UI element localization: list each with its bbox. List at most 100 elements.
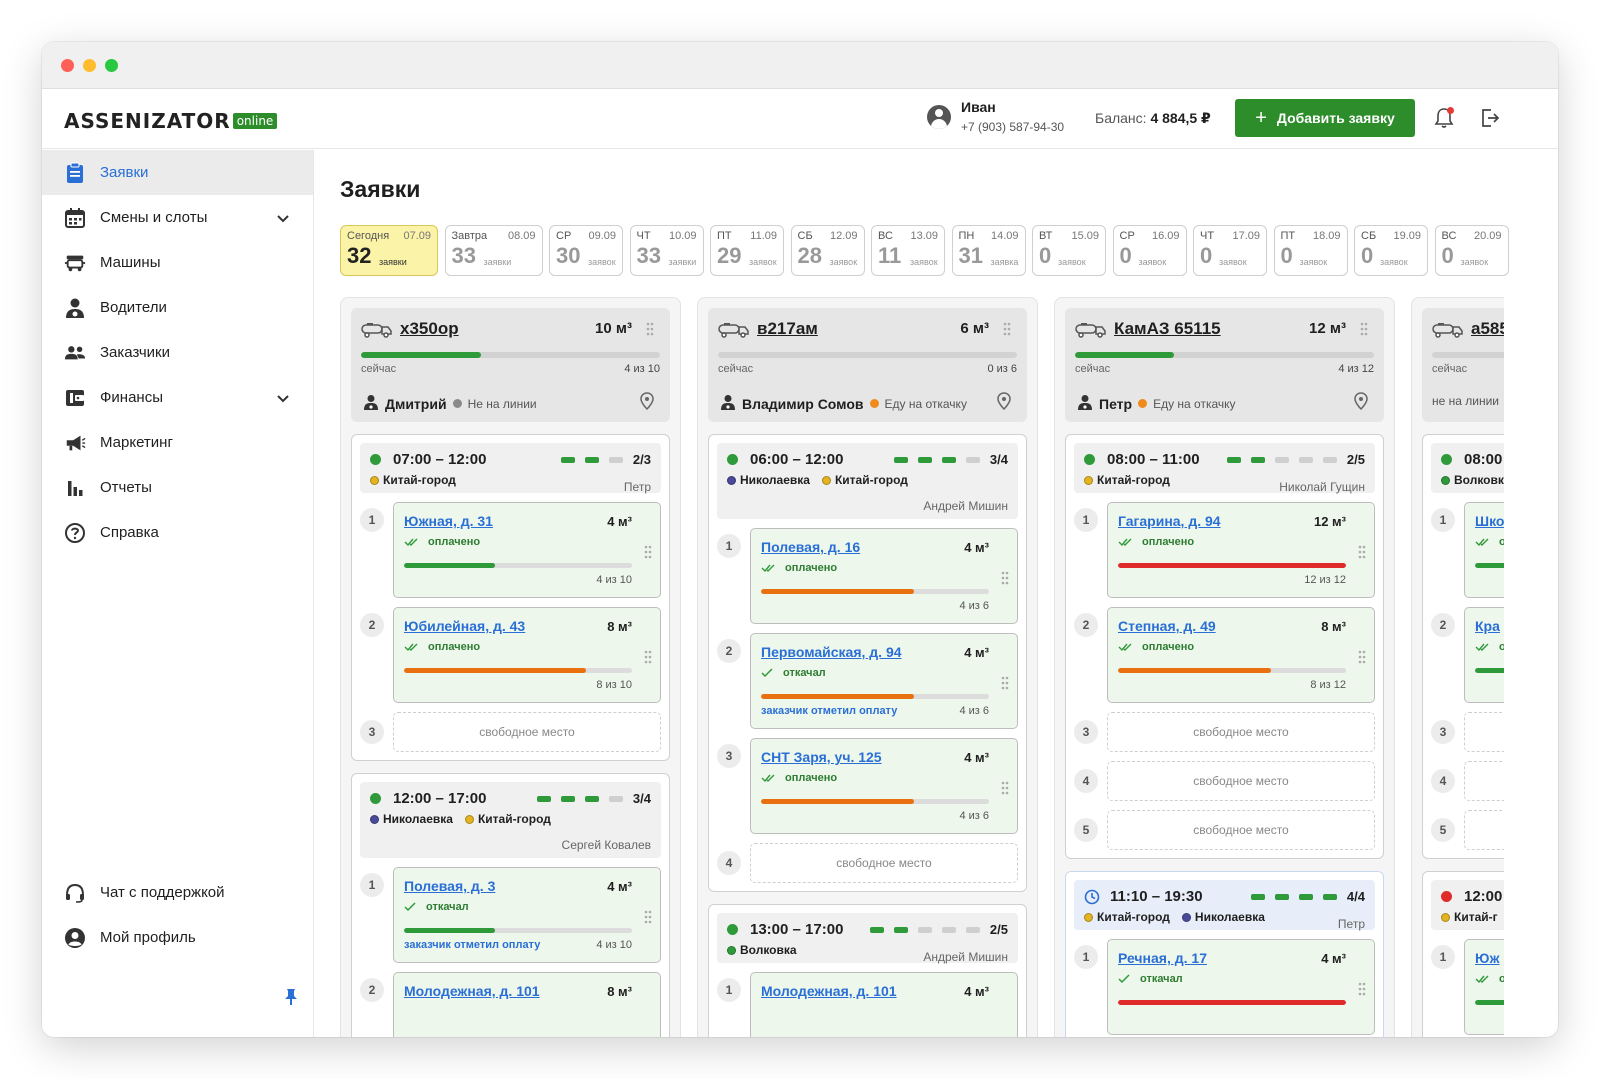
user-info[interactable]: Иван +7 (903) 587-94-30: [927, 99, 1064, 134]
drag-handle-icon[interactable]: [646, 322, 654, 336]
order-card[interactable]: Молодежная, д. 101 8 м³: [393, 972, 661, 1037]
order-card[interactable]: СНТ Заря, уч. 125 4 м³ оплачено 4 из 6: [750, 738, 1018, 834]
window-minimize-button[interactable]: [83, 59, 96, 72]
order-card[interactable]: Полевая, д. 16 4 м³ оплачено 4 из 6: [750, 528, 1018, 624]
free-slot[interactable]: свободное место: [1464, 761, 1504, 801]
pin-sidebar-icon[interactable]: [284, 988, 298, 1011]
free-slot[interactable]: свободное место: [393, 712, 661, 752]
order-card[interactable]: Полевая, д. 34 м³ откачал 4 из 10 заказчик …: [393, 867, 661, 963]
sidebar-item[interactable]: Заказчики: [42, 330, 313, 375]
truck-header[interactable]: в217ам 6 м³ сейчас 0 из 6 Владимир Сомов Еду …: [708, 308, 1027, 422]
order-address-link[interactable]: Шко: [1475, 513, 1504, 529]
drag-handle-icon[interactable]: [644, 545, 652, 559]
location-pin-icon[interactable]: [1354, 392, 1368, 415]
sidebar-item[interactable]: Машины: [42, 240, 313, 285]
sidebar-item[interactable]: Смены и слоты: [42, 195, 313, 240]
order-card[interactable]: Степная, д. 49 8 м³ оплачено 8 из 12: [1107, 607, 1375, 703]
slot-header[interactable]: 13:00 – 17:00 2/5 Волковка Андрей Мишин: [717, 913, 1018, 964]
drag-handle-icon[interactable]: [644, 650, 652, 664]
drag-handle-icon[interactable]: [1358, 982, 1366, 996]
day-tab[interactable]: ВС 20.09 0 заявок: [1434, 225, 1509, 276]
free-slot[interactable]: свободное место: [1107, 761, 1375, 801]
order-number: 2: [360, 613, 384, 637]
free-slot[interactable]: свободное место: [1107, 712, 1375, 752]
order-card[interactable]: Юбилейная, д. 43 8 м³ оплачено 8 из 10: [393, 607, 661, 703]
order-status: оплачено: [761, 562, 1007, 574]
sidebar-item[interactable]: Водители: [42, 285, 313, 330]
day-tab[interactable]: ПТ 11.09 29 заявок: [710, 225, 784, 276]
order-card[interactable]: Южная, д. 31 4 м³ оплачено 4 из 10: [393, 502, 661, 598]
day-tab[interactable]: СР 09.09 30 заявок: [549, 225, 623, 276]
notifications-bell-icon[interactable]: [1434, 107, 1454, 129]
day-tab[interactable]: Завтра 08.09 33 заявки: [444, 225, 543, 276]
order-card[interactable]: Молодежная, д. 101 4 м³: [750, 972, 1018, 1037]
truck-plate[interactable]: КамАЗ 65115: [1114, 319, 1221, 339]
logout-icon[interactable]: [1478, 106, 1502, 130]
day-tab[interactable]: ПН 14.09 31 заявка: [951, 225, 1026, 276]
sidebar-item[interactable]: Отчеты: [42, 465, 313, 510]
sidebar-item[interactable]: Маркетинг: [42, 420, 313, 465]
chevron-down-icon[interactable]: [277, 390, 289, 407]
day-tab[interactable]: ЧТ 10.09 33 заявки: [629, 225, 704, 276]
day-tab[interactable]: ВТ 15.09 0 заявок: [1032, 225, 1106, 276]
order-card[interactable]: Кра о: [1464, 607, 1504, 703]
slot-header[interactable]: 08:00 – 11:00 2/5 Китай-город Николай Гущин: [1074, 443, 1375, 494]
day-tab[interactable]: ПТ 18.09 0 заявок: [1273, 225, 1348, 276]
truck-plate[interactable]: а585: [1471, 319, 1504, 339]
day-tab[interactable]: ВС 13.09 11 заявок: [871, 225, 945, 276]
slot-header[interactable]: 06:00 – 12:00 3/4 Николаевка Китай-город Анд…: [717, 443, 1018, 519]
day-tab[interactable]: СР 16.09 0 заявок: [1112, 225, 1187, 276]
free-slot[interactable]: свободное место: [750, 843, 1018, 883]
sidebar-item[interactable]: Чат с поддержкой: [42, 870, 313, 915]
slot-header[interactable]: 08:00 Волковк: [1431, 443, 1504, 493]
drag-handle-icon[interactable]: [1001, 676, 1009, 690]
sidebar-item[interactable]: Справка: [42, 510, 313, 555]
sidebar-item[interactable]: Заявки: [42, 150, 313, 195]
chevron-down-icon[interactable]: [277, 210, 289, 227]
slot-header[interactable]: 07:00 – 12:00 2/3 Китай-город Петр: [360, 443, 661, 494]
window-zoom-button[interactable]: [105, 59, 118, 72]
drag-handle-icon[interactable]: [644, 910, 652, 924]
free-slot[interactable]: свободное место: [1464, 810, 1504, 850]
free-slot[interactable]: свободное место: [1464, 712, 1504, 752]
day-tab[interactable]: СБ 12.09 28 заявок: [790, 225, 865, 276]
truck-header[interactable]: х350ор 10 м³ сейчас 4 из 10 Дмитрий Не на лин…: [351, 308, 670, 422]
order-card[interactable]: Гагарина, д. 94 12 м³ оплачено 12 из 12: [1107, 502, 1375, 598]
drag-handle-icon[interactable]: [1358, 650, 1366, 664]
order-card[interactable]: Юж о: [1464, 939, 1504, 1035]
order-card[interactable]: Первомайская, д. 94 4 м³ откачал 4 из 6 зака…: [750, 633, 1018, 729]
free-slot[interactable]: свободное место: [1107, 810, 1375, 850]
location-pin-icon[interactable]: [640, 392, 654, 415]
slot-header[interactable]: 12:00 Китай-г: [1431, 880, 1504, 930]
order-address-link[interactable]: Юж: [1475, 950, 1504, 966]
order-volume: 8 м³: [1321, 619, 1346, 634]
day-tab[interactable]: ЧТ 17.09 0 заявок: [1193, 225, 1267, 276]
drag-handle-icon[interactable]: [1360, 322, 1368, 336]
order-volume: 8 м³: [607, 619, 632, 634]
truck-plate[interactable]: в217ам: [757, 319, 818, 339]
order-status: оплачено: [1118, 536, 1364, 548]
window-close-button[interactable]: [61, 59, 74, 72]
slot-status-dot: [727, 924, 738, 935]
drag-handle-icon[interactable]: [1001, 781, 1009, 795]
drag-handle-icon[interactable]: [1358, 545, 1366, 559]
order-address-link[interactable]: Кра: [1475, 618, 1504, 634]
slot-header[interactable]: 12:00 – 17:00 3/4 Николаевка Китай-город Сер…: [360, 782, 661, 858]
district-dot: [370, 814, 379, 824]
slot-header[interactable]: 11:10 – 19:30 4/4 Китай-город Николаевка Пет…: [1074, 880, 1375, 931]
truck-header[interactable]: КамАЗ 65115 12 м³ сейчас 4 из 12 Петр Еду на …: [1065, 308, 1384, 422]
truck-plate[interactable]: х350ор: [400, 319, 459, 339]
day-tab[interactable]: Сегодня 07.09 32 заявки: [340, 225, 438, 276]
add-request-button[interactable]: + Добавить заявку: [1235, 99, 1415, 137]
drag-handle-icon[interactable]: [1001, 571, 1009, 585]
sidebar-item[interactable]: Финансы: [42, 375, 313, 420]
truck-header[interactable]: а585 сейчас не на линии: [1422, 308, 1504, 422]
slot-capacity: 2/5: [1219, 452, 1365, 467]
order-card[interactable]: Речная, д. 17 4 м³ откачал: [1107, 939, 1375, 1035]
day-tab[interactable]: СБ 19.09 0 заявок: [1354, 225, 1428, 276]
location-pin-icon[interactable]: [997, 392, 1011, 415]
logo[interactable]: ASSENIZATOR online: [64, 109, 278, 133]
drag-handle-icon[interactable]: [1003, 322, 1011, 336]
order-card[interactable]: Шко о: [1464, 502, 1504, 598]
sidebar-item[interactable]: Мой профиль: [42, 915, 313, 960]
